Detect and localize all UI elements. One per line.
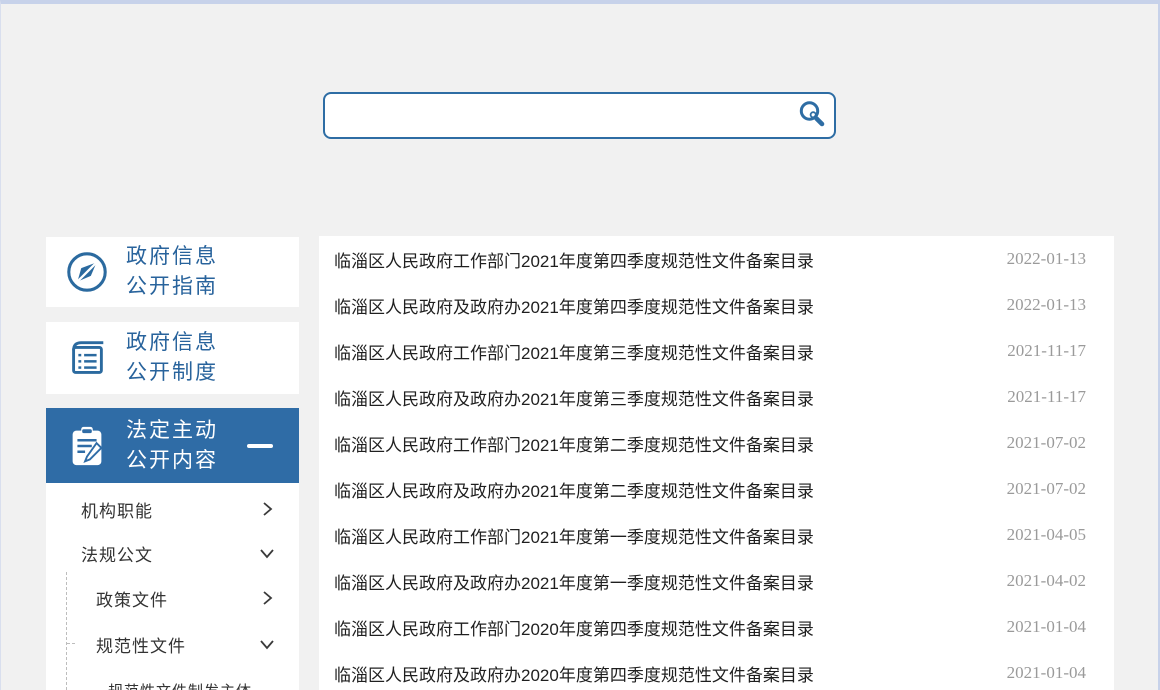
chevron-right-icon — [259, 590, 275, 606]
sidebar-item-org-functions[interactable]: 机构职能 — [46, 487, 299, 531]
label-line-2: 公开制度 — [126, 361, 218, 384]
document-link[interactable]: 临淄区人民政府工作部门2021年度第二季度规范性文件备案目录 — [334, 431, 987, 456]
sidebar: 政府信息 公开指南 政府信息 公开制度 — [46, 237, 299, 690]
search-input[interactable] — [325, 94, 790, 137]
list-item: 临淄区人民政府工作部门2021年度第四季度规范性文件备案目录 2022-01-1… — [334, 236, 1086, 282]
sidebar-item-label: 法定主动 公开内容 — [126, 416, 218, 476]
collapse-minus-icon[interactable] — [247, 444, 273, 448]
list-item: 临淄区人民政府工作部门2021年度第一季度规范性文件备案目录 2021-04-0… — [334, 512, 1086, 558]
document-link[interactable]: 临淄区人民政府及政府办2020年度第四季度规范性文件备案目录 — [334, 661, 987, 686]
menu-label: 政策文件 — [96, 586, 259, 611]
search-box — [323, 92, 836, 139]
list-item: 临淄区人民政府及政府办2020年度第四季度规范性文件备案目录 2021-01-0… — [334, 650, 1086, 690]
sidebar-item-policy-documents[interactable]: 政策文件 — [46, 575, 299, 621]
search-icon — [796, 98, 828, 133]
chevron-right-icon — [259, 501, 275, 517]
tree-connector-line — [66, 572, 67, 690]
label-line-1: 政府信息 — [126, 245, 218, 268]
document-date: 2021-11-17 — [1007, 341, 1086, 361]
list-item: 临淄区人民政府及政府办2021年度第一季度规范性文件备案目录 2021-04-0… — [334, 558, 1086, 604]
search-button[interactable] — [790, 94, 834, 137]
sidebar-item-guide[interactable]: 政府信息 公开指南 — [46, 237, 299, 307]
chevron-down-icon — [259, 636, 275, 652]
gov-info-disclosure-page: 政府信息 公开指南 政府信息 公开制度 — [0, 0, 1160, 690]
label-line-1: 政府信息 — [126, 331, 218, 354]
sidebar-item-label: 政府信息 公开制度 — [126, 328, 218, 388]
document-list: 临淄区人民政府工作部门2021年度第四季度规范性文件备案目录 2022-01-1… — [319, 236, 1114, 690]
list-item: 临淄区人民政府及政府办2021年度第二季度规范性文件备案目录 2021-07-0… — [334, 466, 1086, 512]
list-item: 临淄区人民政府工作部门2021年度第二季度规范性文件备案目录 2021-07-0… — [334, 420, 1086, 466]
list-item: 临淄区人民政府及政府办2021年度第四季度规范性文件备案目录 2022-01-1… — [334, 282, 1086, 328]
label-line-1: 法定主动 — [126, 419, 218, 442]
document-link[interactable]: 临淄区人民政府及政府办2021年度第一季度规范性文件备案目录 — [334, 569, 987, 594]
sidebar-item-laws-documents[interactable]: 法规公文 — [46, 531, 299, 575]
sidebar-submenu: 机构职能 法规公文 政策文件 规范性文件 — [46, 483, 299, 690]
chevron-down-icon — [259, 545, 275, 561]
document-date: 2021-07-02 — [1007, 479, 1086, 499]
document-link[interactable]: 临淄区人民政府工作部门2020年度第四季度规范性文件备案目录 — [334, 615, 987, 640]
document-link[interactable]: 临淄区人民政府工作部门2021年度第三季度规范性文件备案目录 — [334, 339, 987, 364]
sidebar-item-normative-issuing-body[interactable]: 规范性文件制发主体 — [46, 667, 299, 690]
document-link[interactable]: 临淄区人民政府工作部门2021年度第一季度规范性文件备案目录 — [334, 523, 987, 548]
document-date: 2021-11-17 — [1007, 387, 1086, 407]
document-date: 2021-04-05 — [1007, 525, 1086, 545]
document-date: 2021-07-02 — [1007, 433, 1086, 453]
document-link[interactable]: 临淄区人民政府及政府办2021年度第三季度规范性文件备案目录 — [334, 385, 987, 410]
notebook-icon — [64, 335, 110, 381]
menu-label: 法规公文 — [81, 541, 259, 566]
clipboard-pencil-icon — [64, 423, 110, 469]
document-date: 2021-01-04 — [1007, 617, 1086, 637]
list-item: 临淄区人民政府及政府办2021年度第三季度规范性文件备案目录 2021-11-1… — [334, 374, 1086, 420]
sidebar-item-statutory-disclosure[interactable]: 法定主动 公开内容 — [46, 408, 299, 483]
sidebar-item-normative-documents[interactable]: 规范性文件 — [46, 621, 299, 667]
list-item: 临淄区人民政府工作部门2020年度第四季度规范性文件备案目录 2021-01-0… — [334, 604, 1086, 650]
sidebar-item-system[interactable]: 政府信息 公开制度 — [46, 322, 299, 394]
document-link[interactable]: 临淄区人民政府及政府办2021年度第二季度规范性文件备案目录 — [334, 477, 987, 502]
menu-label: 机构职能 — [81, 497, 259, 522]
document-link[interactable]: 临淄区人民政府及政府办2021年度第四季度规范性文件备案目录 — [334, 293, 987, 318]
menu-label: 规范性文件 — [96, 632, 259, 657]
label-line-2: 公开指南 — [126, 275, 218, 298]
document-date: 2022-01-13 — [1007, 249, 1086, 269]
document-date: 2021-04-02 — [1007, 571, 1086, 591]
list-item: 临淄区人民政府工作部门2021年度第三季度规范性文件备案目录 2021-11-1… — [334, 328, 1086, 374]
document-date: 2022-01-13 — [1007, 295, 1086, 315]
menu-label: 规范性文件制发主体 — [108, 680, 275, 690]
tree-connector-elbow — [67, 643, 75, 644]
compass-icon — [64, 249, 110, 295]
label-line-2: 公开内容 — [126, 449, 218, 472]
sidebar-item-label: 政府信息 公开指南 — [126, 242, 218, 302]
document-link[interactable]: 临淄区人民政府工作部门2021年度第四季度规范性文件备案目录 — [334, 247, 987, 272]
document-date: 2021-01-04 — [1007, 663, 1086, 683]
